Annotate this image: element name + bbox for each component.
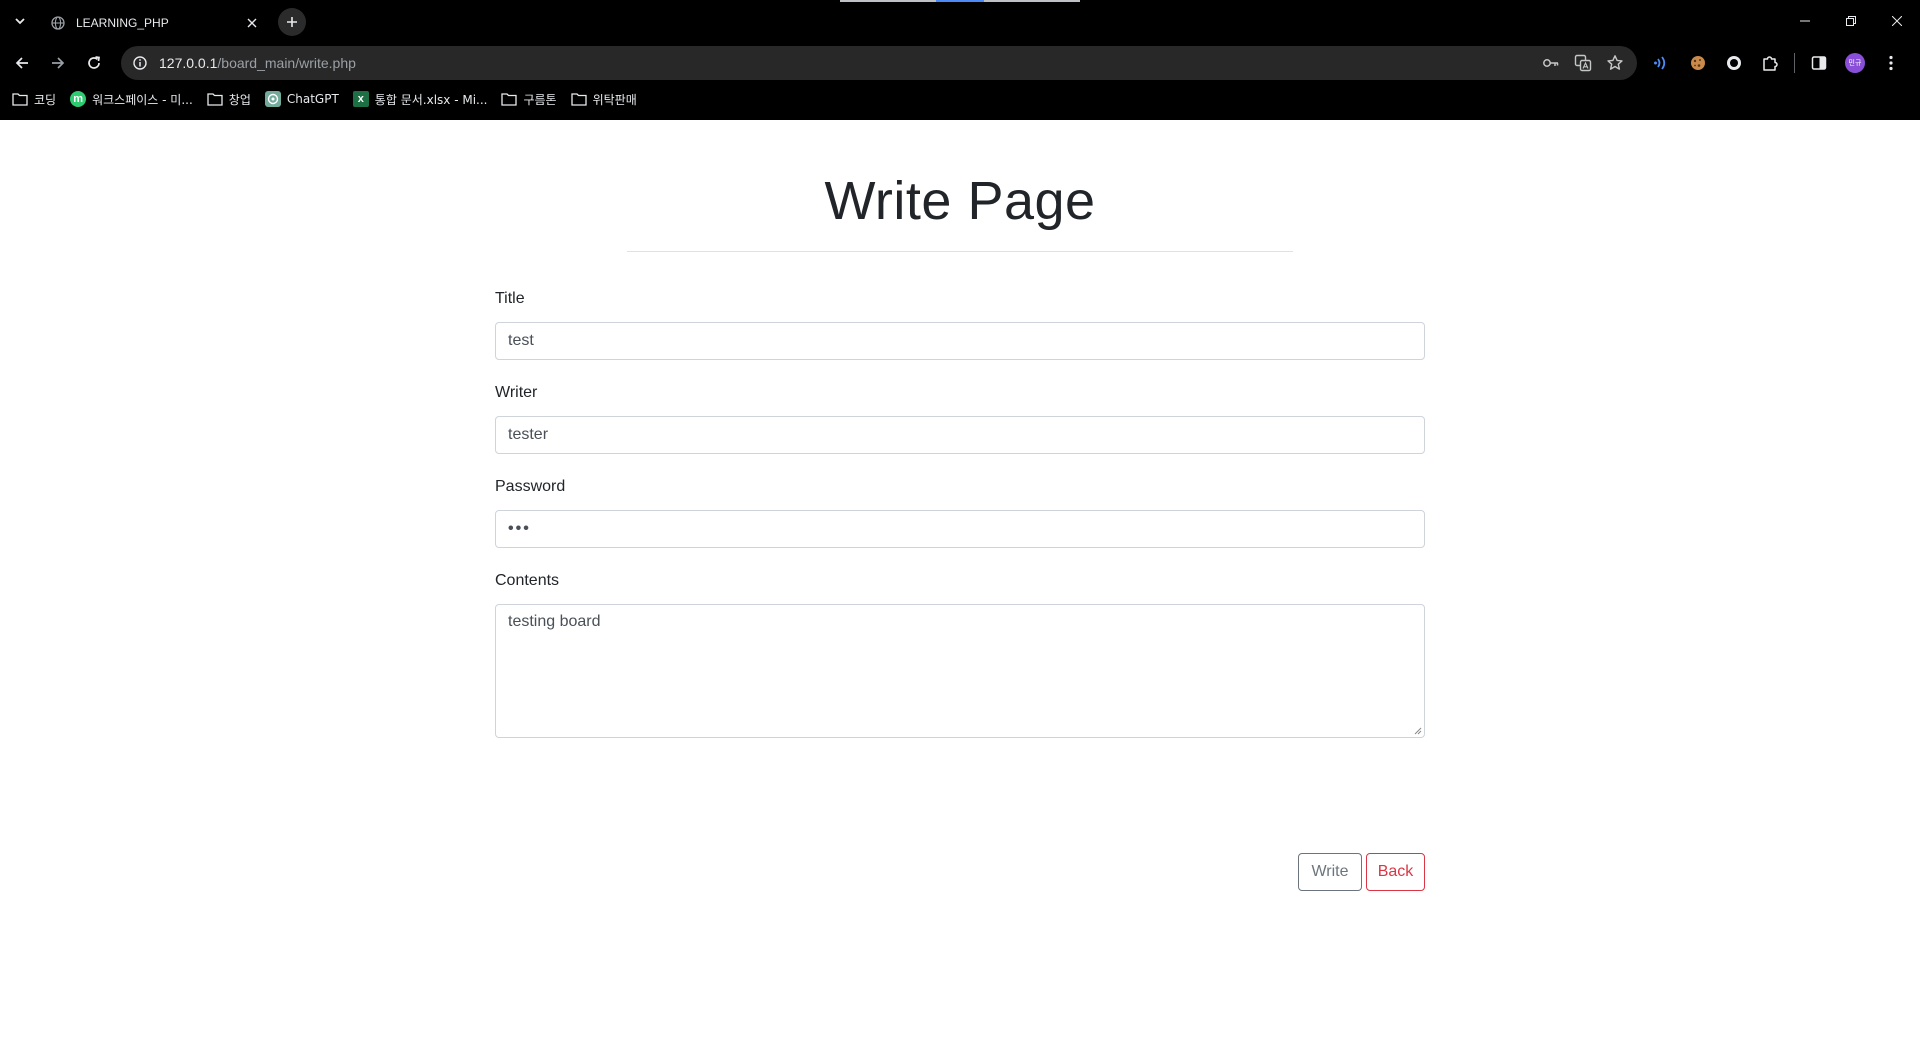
folder-icon (207, 91, 223, 107)
restore-button[interactable] (1828, 0, 1874, 41)
browser-toolbar: 127.0.0.1/board_main/write.php 민규 (0, 41, 1920, 85)
password-input[interactable]: ••• (495, 510, 1425, 548)
back-button[interactable]: Back (1366, 853, 1425, 891)
folder-icon (570, 91, 587, 107)
page-content: Write Page Title test Writer tester Pass… (0, 120, 1920, 1040)
minimize-button[interactable] (1782, 0, 1828, 41)
close-window-button[interactable] (1874, 0, 1920, 41)
resize-handle-icon[interactable] (1412, 725, 1422, 735)
write-form: Title test Writer tester Password ••• Co… (495, 290, 1425, 891)
window-controls (1782, 0, 1920, 41)
tab-search-button[interactable] (8, 9, 32, 33)
contents-label: Contents (495, 572, 560, 589)
bookmark-label: 구름톤 (523, 92, 557, 107)
forward-nav-button[interactable] (44, 49, 72, 77)
close-tab-icon[interactable] (242, 13, 262, 33)
site-info-icon[interactable] (129, 52, 151, 74)
close-icon (1892, 15, 1902, 26)
bookmark-folder-startup[interactable]: 창업 (203, 87, 259, 111)
writer-label: Writer (495, 384, 538, 401)
bookmark-label: 통합 문서.xlsx - Mi... (374, 92, 488, 107)
bookmark-label: ChatGPT (286, 92, 339, 106)
write-button[interactable]: Write (1298, 853, 1362, 891)
title-divider (627, 251, 1293, 252)
form-actions: Write Back (1298, 853, 1425, 891)
back-nav-button[interactable] (8, 49, 36, 77)
bookmark-label: 코딩 (34, 92, 57, 107)
tab-title: LEARNING_PHP (76, 15, 169, 30)
avatar: 민규 (1845, 53, 1865, 73)
contents-text: testing board (508, 613, 601, 630)
bookmark-star-icon[interactable] (1603, 51, 1627, 75)
bookmark-workspace[interactable]: m 워크스페이스 - 미... (66, 87, 201, 111)
bookmark-label: 워크스페이스 - 미... (92, 92, 193, 107)
folder-icon (501, 91, 518, 107)
chatgpt-icon (264, 91, 281, 107)
url-text: 127.0.0.1/board_main/write.php (159, 55, 356, 71)
reload-button[interactable] (80, 49, 108, 77)
contents-textarea[interactable]: testing board (495, 604, 1425, 738)
profile-button[interactable]: 민규 (1841, 49, 1869, 77)
page-title: Write Page (824, 171, 1096, 231)
extensions-area: 민규 (1648, 49, 1913, 77)
bookmark-excel-doc[interactable]: x 통합 문서.xlsx - Mi... (349, 87, 496, 111)
translate-icon[interactable] (1571, 51, 1595, 75)
tab-strip: LEARNING_PHP (0, 0, 1920, 41)
password-key-icon[interactable] (1539, 51, 1563, 75)
arrow-right-icon (52, 57, 65, 69)
new-tab-button[interactable] (278, 8, 306, 36)
restore-icon (1846, 15, 1856, 26)
active-tab[interactable]: LEARNING_PHP (40, 4, 272, 41)
address-bar-actions (1539, 51, 1627, 75)
cookie-extension-icon[interactable] (1684, 49, 1712, 77)
workspace-logo-icon: m (70, 91, 87, 107)
folder-icon (12, 91, 28, 107)
bookmark-label: 창업 (228, 92, 251, 107)
plus-icon (287, 17, 297, 27)
url-path: /board_main/write.php (217, 55, 356, 71)
read-aloud-extension-icon[interactable] (1648, 49, 1676, 77)
chevron-down-icon (15, 18, 25, 25)
bookmark-folder-coding[interactable]: 코딩 (8, 87, 64, 111)
excel-icon: x (352, 91, 369, 107)
address-bar[interactable]: 127.0.0.1/board_main/write.php (121, 46, 1637, 80)
url-host: 127.0.0.1 (159, 55, 218, 71)
bookmark-label: 위탁판매 (592, 92, 637, 107)
globe-icon (50, 15, 66, 31)
record-extension-icon[interactable] (1720, 49, 1748, 77)
browser-chrome: LEARNING_PHP 127.0.0.1/board_main/write.… (0, 0, 1920, 120)
title-input[interactable]: test (495, 322, 1425, 360)
arrow-left-icon (15, 57, 28, 69)
bookmarks-bar: 코딩 m 워크스페이스 - 미... 창업 ChatGPT x 통합 문서.xl… (0, 85, 1920, 113)
bookmark-chatgpt[interactable]: ChatGPT (261, 87, 347, 111)
bookmark-folder-consignment[interactable]: 위탁판매 (567, 87, 645, 111)
minimize-icon (1800, 20, 1810, 21)
password-label: Password (495, 478, 566, 495)
side-panel-icon[interactable] (1805, 49, 1833, 77)
bookmark-folder-goormthon[interactable]: 구름톤 (497, 87, 564, 111)
reload-icon (88, 56, 100, 69)
more-menu-icon[interactable] (1877, 49, 1905, 77)
puzzle-extensions-icon[interactable] (1756, 49, 1784, 77)
title-label: Title (495, 290, 525, 307)
writer-input[interactable]: tester (495, 416, 1425, 454)
toolbar-divider (1794, 53, 1795, 73)
